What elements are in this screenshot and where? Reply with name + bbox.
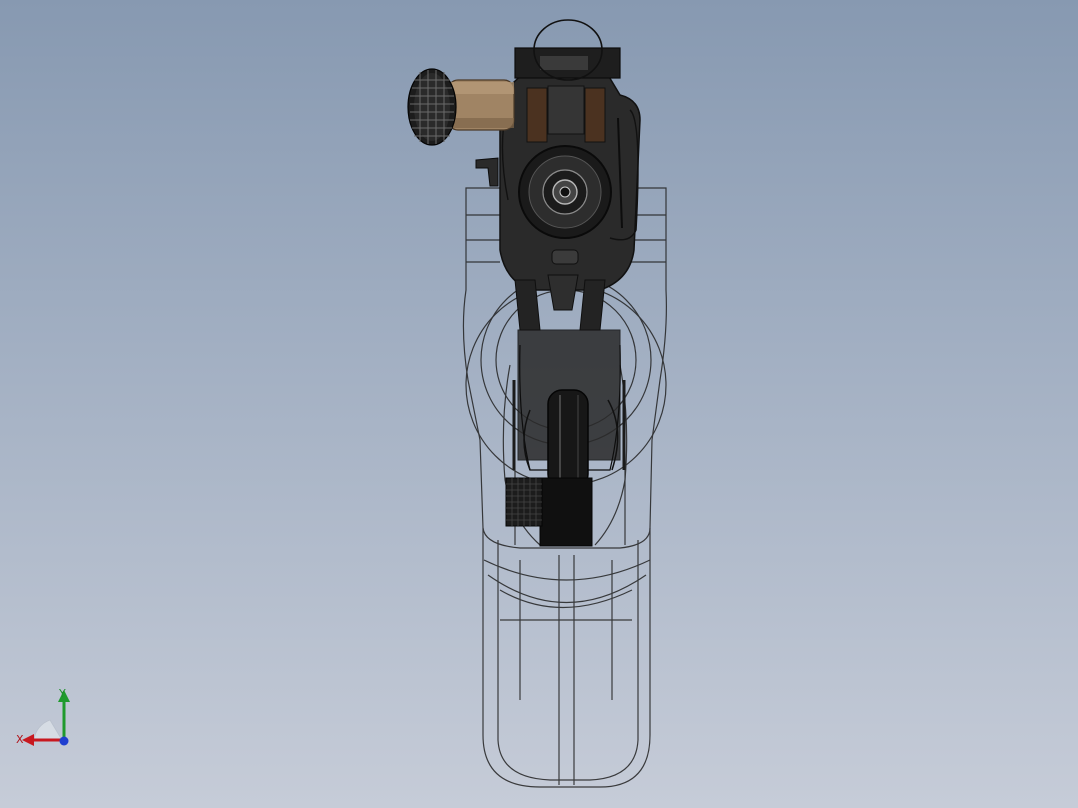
x-axis-label: X [16,733,24,746]
triad-sector [33,719,63,741]
side-knob [407,68,515,146]
trigger-block [539,477,593,547]
pistol-model[interactable] [0,0,1078,808]
grip-outline [482,528,651,788]
cad-graphics-viewport[interactable]: X Y [0,0,1078,808]
barrel [547,389,589,489]
y-axis-label: Y [59,687,66,700]
z-axis-dot [59,736,69,746]
